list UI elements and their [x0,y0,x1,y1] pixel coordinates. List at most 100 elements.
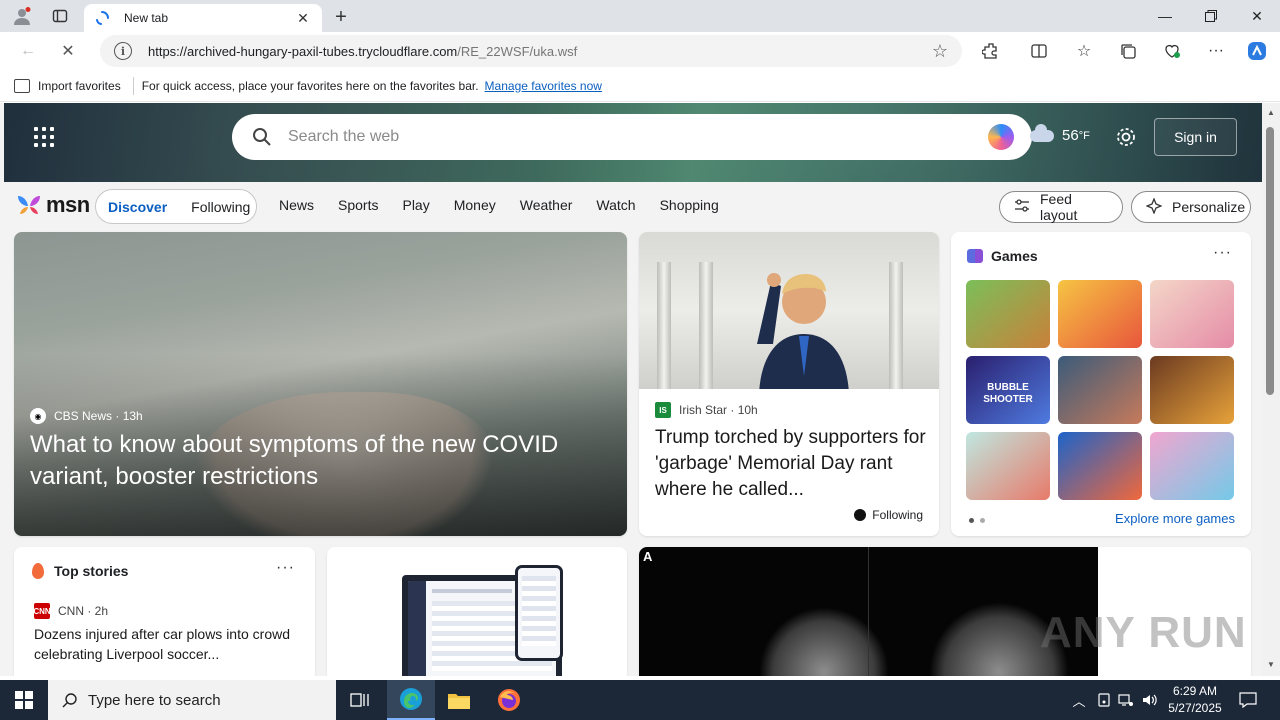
page-scrollbar[interactable]: ▲ ▼ [1262,103,1280,676]
favorite-star-icon[interactable]: ☆ [932,41,948,62]
tab-actions-icon[interactable] [48,4,72,28]
profile-icon[interactable] [10,4,34,28]
games-header: Games [967,248,1038,264]
browser-toolbar: ← ✕ i https://archived-hungary-paxil-tub… [0,32,1280,70]
pin-puzzle-game[interactable] [966,280,1050,348]
taskbar-clock[interactable]: 6:29 AM 5/27/2025 [1162,683,1228,717]
network-icon[interactable] [1116,680,1136,720]
nav-weather[interactable]: Weather [520,197,573,213]
games-grid: BUBBLE SHOOTER [966,280,1234,500]
hospital-game[interactable] [966,432,1050,500]
shark-game[interactable] [1058,432,1142,500]
favorites-hint: For quick access, place your favorites h… [141,78,479,93]
cbs-logo-icon: ◉ [30,408,46,424]
games-card: Games ··· BUBBLE SHOOTER Explore more ga… [951,232,1251,536]
top-stories-more-icon[interactable]: ··· [276,559,295,577]
story-source: ◉ CBS News · 13h [30,408,143,424]
story-headline[interactable]: Trump torched by supporters for 'garbage… [655,425,930,503]
windows-taskbar: Type here to search ︿ 6:29 AM 5/27/2025 [0,680,1280,720]
nav-shopping[interactable]: Shopping [660,197,719,213]
trump-story-card[interactable]: IS Irish Star · 10h Trump torched by sup… [639,232,939,536]
sign-in-button[interactable]: Sign in [1154,118,1237,156]
notifications-icon[interactable] [1234,680,1262,720]
browser-titlebar: New tab ✕ + — ✕ [0,0,1280,32]
adventure-girl-game[interactable] [1150,356,1234,424]
personalize-button[interactable]: Personalize [1131,191,1251,223]
collections-icon[interactable] [1117,40,1139,62]
games-more-icon[interactable]: ··· [1213,244,1232,262]
scroll-down-icon[interactable]: ▼ [1266,659,1276,669]
cupcake-game[interactable] [1058,280,1142,348]
msn-nav-row: msn Discover Following News Sports Play … [0,182,1262,232]
carousel-dots[interactable] [969,518,991,523]
minimize-button[interactable]: — [1142,0,1188,32]
loading-icon [94,10,110,26]
bubble-shooter-label: BUBBLE SHOOTER [983,382,1033,405]
split-screen-icon[interactable] [1028,40,1050,62]
restore-button[interactable] [1188,0,1234,32]
story-source: CNN CNN · 2h [33,603,109,619]
firefox-icon[interactable] [485,680,533,720]
nav-sports[interactable]: Sports [338,197,378,213]
irish-star-logo-icon: IS [655,402,671,418]
explore-more-games-link[interactable]: Explore more games [1115,511,1235,526]
dress-up-game[interactable] [1150,280,1234,348]
browser-tab[interactable]: New tab ✕ [84,4,322,32]
copilot-search-icon[interactable] [988,124,1014,150]
scroll-up-icon[interactable]: ▲ [1266,107,1276,117]
taskbar-search-icon [62,693,77,708]
import-favorites-button[interactable]: Import favorites [14,76,134,95]
site-info-icon[interactable]: i [114,42,132,60]
story-girl-game[interactable] [1058,356,1142,424]
settings-gear-icon[interactable] [1114,125,1138,149]
close-window-button[interactable]: ✕ [1234,0,1280,32]
network-device-icon[interactable] [1094,680,1114,720]
feed-layout-button[interactable]: Feed layout [999,191,1123,223]
edge-taskbar-icon[interactable] [387,680,435,720]
story-headline[interactable]: Dozens injured after car plows into crow… [34,624,299,664]
nav-watch[interactable]: Watch [596,197,635,213]
nav-money[interactable]: Money [454,197,496,213]
volume-icon[interactable] [1140,680,1160,720]
check-icon [854,509,867,521]
favorites-icon[interactable]: ☆ [1073,40,1095,62]
back-button[interactable]: ← [16,39,40,63]
search-input[interactable] [288,128,988,146]
file-explorer-icon[interactable] [435,680,483,720]
url-text[interactable]: https://archived-hungary-paxil-tubes.try… [148,44,932,59]
address-bar[interactable]: i https://archived-hungary-paxil-tubes.t… [100,35,962,67]
tab-discover[interactable]: Discover [96,199,179,215]
story-image [639,232,939,389]
show-hidden-icons[interactable]: ︿ [1068,680,1090,720]
msn-page: 56°F Sign in msn Discover Following News… [0,103,1262,676]
close-tab-icon[interactable]: ✕ [294,9,312,27]
copilot-icon[interactable] [1246,40,1268,62]
stop-loading-button[interactable]: ✕ [56,39,80,63]
sparkle-icon [1145,196,1163,217]
tab-following[interactable]: Following [179,199,262,215]
new-tab-button[interactable]: + [330,6,352,28]
nav-news[interactable]: News [279,197,314,213]
app-launcher-icon[interactable] [34,127,54,147]
category-nav: News Sports Play Money Weather Watch Sho… [279,197,743,213]
weather-widget[interactable]: 56 °F [1030,123,1090,144]
task-view-icon[interactable] [336,680,384,720]
following-badge[interactable]: Following [854,508,923,522]
story-headline[interactable]: What to know about symptoms of the new C… [30,429,610,493]
cnn-logo-icon: CNN [33,603,51,619]
manage-favorites-link[interactable]: Manage favorites now [485,79,602,93]
web-search-box[interactable] [232,114,1032,160]
nav-play[interactable]: Play [402,197,429,213]
start-button[interactable] [0,680,48,720]
bubble-shooter-game[interactable]: BUBBLE SHOOTER [966,356,1050,424]
msn-logo[interactable]: msn [16,192,90,218]
anyrun-watermark: ANY RUN [1040,608,1247,657]
main-story-card[interactable]: ◉ CBS News · 13h What to know about symp… [14,232,627,536]
browser-essentials-icon[interactable] [1161,40,1183,62]
more-menu-icon[interactable]: ··· [1205,40,1227,62]
scrollbar-thumb[interactable] [1266,127,1274,395]
promo-card[interactable] [327,547,627,676]
taskbar-search[interactable]: Type here to search [48,680,336,720]
fashion-game[interactable] [1150,432,1234,500]
extensions-icon[interactable] [980,40,1002,62]
